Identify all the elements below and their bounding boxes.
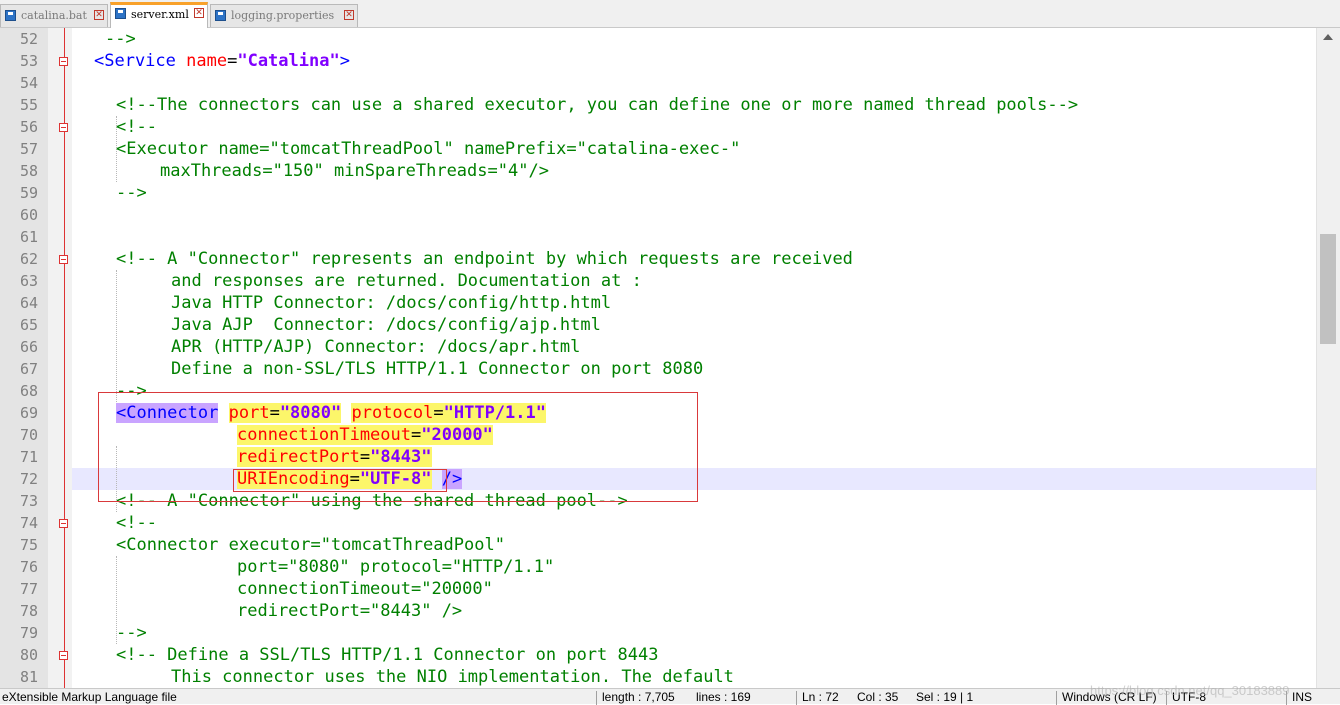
- line-number: 64: [19, 294, 38, 312]
- line-number: 66: [19, 338, 38, 356]
- line-number: 75: [19, 536, 38, 554]
- fold-toggle-icon[interactable]: [59, 255, 68, 264]
- line-number: 54: [19, 74, 38, 92]
- status-length: length : 7,705: [602, 690, 675, 704]
- status-col: Col : 35: [857, 690, 899, 704]
- tab-bar: catalina.bat ✕ server.xml ✕ logging.prop…: [0, 0, 1340, 28]
- code-line-75: <Connector executor="tomcatThreadPool": [116, 535, 505, 555]
- line-number: 62: [19, 250, 38, 268]
- tag-text: >: [339, 51, 350, 71]
- fold-toggle-icon[interactable]: [59, 651, 68, 660]
- line-number: 52: [19, 30, 38, 48]
- line-number: 81: [19, 668, 38, 686]
- line-number: 80: [19, 646, 38, 664]
- line-number: 61: [19, 228, 38, 246]
- code-line-78: redirectPort="8443" />: [237, 601, 463, 621]
- status-divider: [596, 691, 597, 705]
- comment-text: -->: [105, 29, 136, 49]
- status-ln: Ln : 72: [802, 690, 839, 704]
- line-number: 53: [19, 52, 38, 70]
- code-line-56: <!--: [116, 117, 157, 137]
- line-number: 70: [19, 426, 38, 444]
- code-line-58: maxThreads="150" minSpareThreads="4"/>: [160, 161, 549, 181]
- close-icon[interactable]: ✕: [194, 8, 204, 18]
- fold-toggle-icon[interactable]: [59, 123, 68, 132]
- vertical-scrollbar[interactable]: [1316, 28, 1340, 688]
- file-save-icon: [215, 10, 226, 21]
- line-number: 59: [19, 184, 38, 202]
- code-line-63: and responses are returned. Documentatio…: [171, 271, 642, 291]
- code-line-74: <!--: [116, 513, 157, 533]
- line-number: 71: [19, 448, 38, 466]
- code-line-67: Define a non-SSL/TLS HTTP/1.1 Connector …: [171, 359, 704, 379]
- line-number-gutter: 52 53 54 55 56 57 58 59 60 61 62 63 64 6…: [0, 28, 72, 688]
- line-number: 56: [19, 118, 38, 136]
- line-number: 67: [19, 360, 38, 378]
- line-number: 73: [19, 492, 38, 510]
- tab-server-xml[interactable]: server.xml ✕: [110, 2, 208, 28]
- status-lines: lines : 169: [696, 690, 751, 704]
- status-bar: eXtensible Markup Language file length :…: [0, 683, 1340, 705]
- code-line-59: -->: [116, 183, 147, 203]
- code-line-81: This connector uses the NIO implementati…: [171, 667, 734, 687]
- line-number: 63: [19, 272, 38, 290]
- code-line-79: -->: [116, 623, 147, 643]
- tab-label: server.xml: [131, 8, 189, 21]
- code-line-55: <!--The connectors can use a shared exec…: [116, 95, 1079, 115]
- status-divider: [796, 691, 797, 705]
- status-sel: Sel : 19 | 1: [916, 690, 974, 704]
- status-divider: [1056, 691, 1057, 705]
- code-line-76: port="8080" protocol="HTTP/1.1": [237, 557, 555, 577]
- line-number: 60: [19, 206, 38, 224]
- close-icon[interactable]: ✕: [344, 10, 354, 20]
- tab-catalina-bat[interactable]: catalina.bat ✕: [0, 4, 108, 27]
- close-icon[interactable]: ✕: [94, 10, 104, 20]
- line-number: 58: [19, 162, 38, 180]
- code-line-66: APR (HTTP/AJP) Connector: /docs/apr.html: [171, 337, 581, 357]
- code-line-65: Java AJP Connector: /docs/config/ajp.htm…: [171, 315, 601, 335]
- line-number: 57: [19, 140, 38, 158]
- attribute-value: "Catalina": [237, 51, 340, 71]
- line-number: 69: [19, 404, 38, 422]
- line-number: 76: [19, 558, 38, 576]
- scroll-up-icon[interactable]: [1323, 34, 1333, 40]
- line-number: 65: [19, 316, 38, 334]
- scrollbar-thumb[interactable]: [1320, 234, 1336, 344]
- tab-label: logging.properties: [231, 9, 335, 22]
- status-filetype: eXtensible Markup Language file: [2, 690, 177, 704]
- code-line-77: connectionTimeout="20000": [237, 579, 493, 599]
- fold-toggle-icon[interactable]: [59, 57, 68, 66]
- annotation-box-uriencoding: [233, 469, 447, 492]
- file-save-icon: [115, 8, 126, 19]
- status-mode: INS: [1292, 690, 1313, 704]
- tab-label: catalina.bat: [21, 9, 87, 22]
- line-number: 74: [19, 514, 38, 532]
- file-save-icon: [5, 10, 16, 21]
- equals-sign: =: [227, 51, 238, 71]
- code-line-80: <!-- Define a SSL/TLS HTTP/1.1 Connector…: [116, 645, 659, 665]
- line-number: 72: [19, 470, 38, 488]
- code-line-53: <Service name="Catalina">: [94, 50, 350, 72]
- tag-text: <Service: [94, 51, 176, 71]
- line-number: 55: [19, 96, 38, 114]
- line-number: 78: [19, 602, 38, 620]
- code-line-62: <!-- A "Connector" represents an endpoin…: [116, 249, 853, 269]
- code-line-57: <Executor name="tomcatThreadPool" namePr…: [116, 139, 741, 159]
- line-number: 77: [19, 580, 38, 598]
- code-line-52: -->: [105, 28, 136, 50]
- line-number: 79: [19, 624, 38, 642]
- fold-toggle-icon[interactable]: [59, 519, 68, 528]
- code-line-64: Java HTTP Connector: /docs/config/http.h…: [171, 293, 612, 313]
- watermark: https://blog.csdn.net/qq_30183889: [1090, 683, 1290, 698]
- line-number: 68: [19, 382, 38, 400]
- tab-logging-properties[interactable]: logging.properties ✕: [210, 4, 358, 27]
- code-editor[interactable]: --> <Service name="Catalina"> <!--The co…: [72, 28, 1316, 688]
- attribute-name: name: [186, 51, 228, 71]
